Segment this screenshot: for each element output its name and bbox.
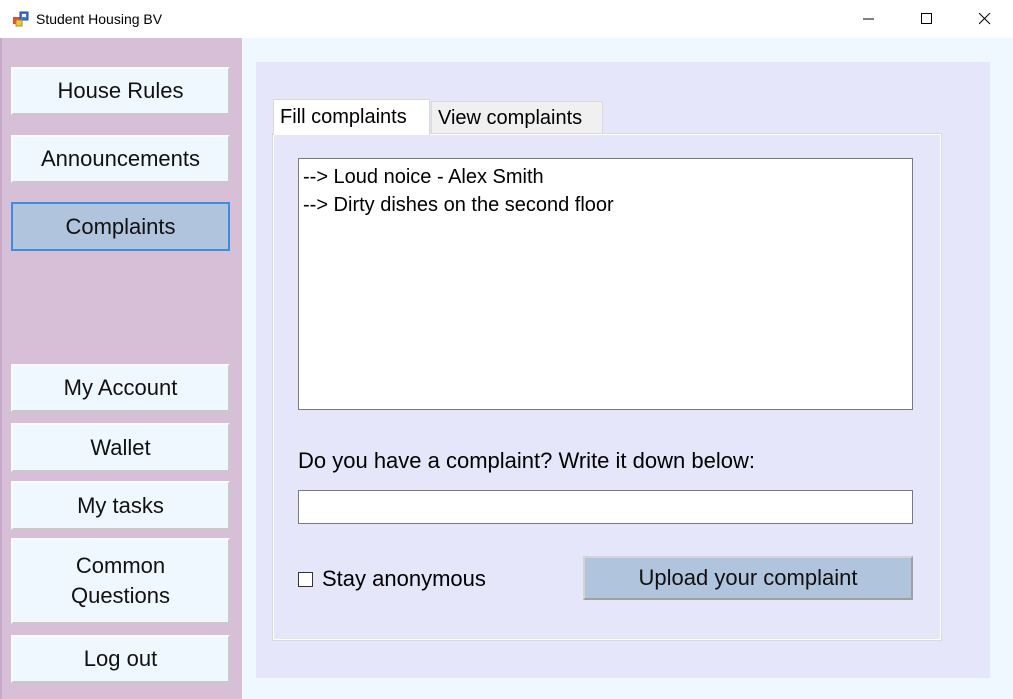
minimize-button[interactable] xyxy=(840,0,898,38)
main-area: View complaints Fill complaints --> Loud… xyxy=(242,38,1013,699)
complaint-input[interactable] xyxy=(298,490,913,524)
close-button[interactable] xyxy=(956,0,1013,38)
maximize-button[interactable] xyxy=(898,0,956,38)
stay-anonymous-option[interactable]: Stay anonymous xyxy=(298,566,486,592)
stay-anonymous-checkbox[interactable] xyxy=(298,571,313,587)
announcements-button[interactable]: Announcements xyxy=(11,135,230,183)
my-tasks-button[interactable]: My tasks xyxy=(11,481,230,530)
complaint-prompt-label: Do you have a complaint? Write it down b… xyxy=(298,448,755,473)
common-questions-button[interactable]: Common Questions xyxy=(11,538,230,624)
house-rules-button[interactable]: House Rules xyxy=(11,67,230,115)
tab-fill-complaints[interactable]: Fill complaints xyxy=(273,99,430,135)
minimize-icon xyxy=(863,18,874,20)
maximize-icon xyxy=(921,13,932,24)
complaints-button[interactable]: Complaints xyxy=(11,202,230,251)
list-item[interactable]: --> Dirty dishes on the second floor xyxy=(303,191,908,219)
log-out-button[interactable]: Log out xyxy=(11,635,230,683)
stay-anonymous-label[interactable]: Stay anonymous xyxy=(322,566,486,592)
title-bar: Student Housing BV xyxy=(0,0,1013,38)
list-item[interactable]: --> Loud noice - Alex Smith xyxy=(303,163,908,191)
close-icon xyxy=(979,13,991,25)
my-account-button[interactable]: My Account xyxy=(11,364,230,412)
window-title: Student Housing BV xyxy=(36,11,163,27)
upload-complaint-button[interactable]: Upload your complaint xyxy=(583,556,913,600)
app-icon xyxy=(13,11,29,27)
complaints-listbox[interactable]: --> Loud noice - Alex Smith --> Dirty di… xyxy=(298,158,913,410)
tab-view-complaints[interactable]: View complaints xyxy=(431,101,603,134)
sidebar: House Rules Announcements Complaints My … xyxy=(0,38,242,699)
wallet-button[interactable]: Wallet xyxy=(11,423,230,472)
